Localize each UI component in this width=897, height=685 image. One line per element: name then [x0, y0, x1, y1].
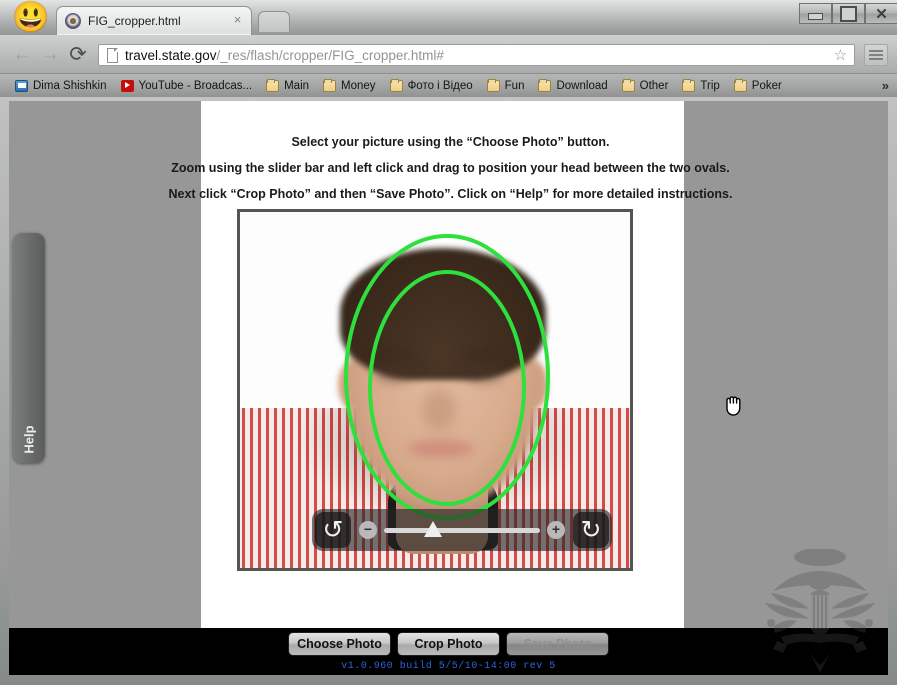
bookmark-item[interactable]: Money — [316, 76, 383, 96]
bookmark-star-icon[interactable]: ☆ — [832, 47, 849, 64]
bookmarks-bar: Dima Shishkin YouTube - Broadcas... Main… — [0, 73, 897, 97]
rotate-left-icon[interactable]: ↺ — [315, 512, 351, 548]
bookmark-label: Fun — [504, 79, 525, 92]
close-icon: ✕ — [875, 5, 888, 23]
page-viewport: Select your picture using the “Choose Ph… — [9, 101, 888, 675]
bookmark-item[interactable]: Download — [531, 76, 614, 96]
url-host: travel.state.gov — [125, 48, 217, 63]
tab-close-icon[interactable]: × — [231, 13, 244, 27]
youtube-icon — [120, 79, 134, 92]
tab-strip: 😃 FIG_cropper.html × ✕ — [0, 0, 897, 35]
maximize-button[interactable] — [832, 3, 865, 24]
hamburger-menu-icon[interactable] — [864, 44, 888, 66]
bookmark-item[interactable]: Trip — [675, 76, 726, 96]
bookmark-label: Dima Shishkin — [33, 79, 107, 92]
smiley-face-icon: 😃 — [12, 1, 50, 34]
bookmark-item[interactable]: Фото і Відео — [383, 76, 480, 96]
bookmark-label: Download — [556, 79, 608, 92]
crop-photo-button[interactable]: Crop Photo — [397, 632, 500, 656]
page-info-icon — [107, 48, 118, 63]
bookmark-label: Other — [639, 79, 669, 92]
forward-icon[interactable]: → — [38, 43, 62, 66]
new-tab-button[interactable] — [258, 11, 290, 32]
folder-icon — [682, 78, 696, 92]
folder-icon — [486, 78, 500, 92]
choose-photo-button[interactable]: Choose Photo — [288, 632, 391, 656]
help-tab-label: Help — [21, 425, 37, 454]
bookmark-label: Money — [341, 79, 376, 92]
minimize-button[interactable] — [799, 3, 832, 24]
help-tab[interactable]: Help — [13, 233, 45, 463]
bookmark-item[interactable]: Fun — [480, 76, 532, 96]
chat-icon — [15, 79, 28, 92]
address-bar[interactable]: travel.state.gov/_res/flash/cropper/FIG_… — [98, 44, 855, 66]
zoom-out-button[interactable]: − — [359, 521, 377, 539]
bookmark-label: YouTube - Broadcas... — [138, 79, 253, 92]
browser-window: 😃 FIG_cropper.html × ✕ ← → ⟳ travel.stat… — [0, 0, 897, 685]
instruction-line-3: Next click “Crop Photo” and then “Save P… — [168, 187, 733, 201]
back-icon[interactable]: ← — [10, 43, 34, 66]
browser-tab[interactable]: FIG_cropper.html × — [56, 6, 252, 35]
folder-icon — [538, 78, 552, 92]
zoom-slider-thumb[interactable] — [424, 521, 442, 537]
grab-hand-cursor-icon — [726, 396, 741, 416]
inner-guide-oval — [368, 270, 526, 506]
instructions-block: Select your picture using the “Choose Ph… — [109, 129, 792, 207]
bookmark-item[interactable]: Main — [259, 76, 316, 96]
folder-icon — [323, 78, 337, 92]
great-seal-watermark-icon — [765, 549, 875, 673]
state-dept-seal-favicon — [65, 13, 81, 29]
zoom-toolbar: ↺ − + ↻ — [312, 509, 612, 551]
close-window-button[interactable]: ✕ — [865, 3, 897, 24]
bookmark-label: Poker — [751, 79, 782, 92]
zoom-slider-track[interactable] — [384, 528, 540, 533]
instruction-line-2: Zoom using the slider bar and left click… — [171, 161, 730, 175]
tab-title: FIG_cropper.html — [88, 14, 181, 28]
photo-crop-frame[interactable]: ↺ − + ↻ — [237, 209, 633, 571]
bookmark-item[interactable]: Other — [615, 76, 676, 96]
bookmarks-overflow-icon[interactable]: » — [882, 78, 889, 93]
url-text: travel.state.gov/_res/flash/cropper/FIG_… — [125, 47, 828, 65]
bookmark-item[interactable]: Poker — [727, 76, 789, 96]
folder-icon — [733, 78, 747, 92]
url-path: /_res/flash/cropper/FIG_cropper.html# — [216, 48, 444, 63]
rotate-right-icon[interactable]: ↻ — [573, 512, 609, 548]
bookmark-item[interactable]: Dima Shishkin — [8, 76, 114, 96]
reload-icon[interactable]: ⟳ — [66, 43, 90, 66]
bookmark-label: Фото і Відео — [407, 79, 473, 92]
bookmark-label: Trip — [700, 79, 720, 92]
browser-toolbar: ← → ⟳ travel.state.gov/_res/flash/croppe… — [0, 35, 897, 73]
bookmark-item[interactable]: YouTube - Broadcas... — [114, 76, 260, 96]
folder-icon — [389, 78, 403, 92]
bookmark-label: Main — [284, 79, 310, 92]
folder-icon — [621, 78, 635, 92]
folder-icon — [266, 78, 280, 92]
zoom-in-button[interactable]: + — [547, 521, 565, 539]
instruction-line-1: Select your picture using the “Choose Ph… — [291, 135, 610, 149]
save-photo-button[interactable]: Save Photo — [506, 632, 609, 656]
